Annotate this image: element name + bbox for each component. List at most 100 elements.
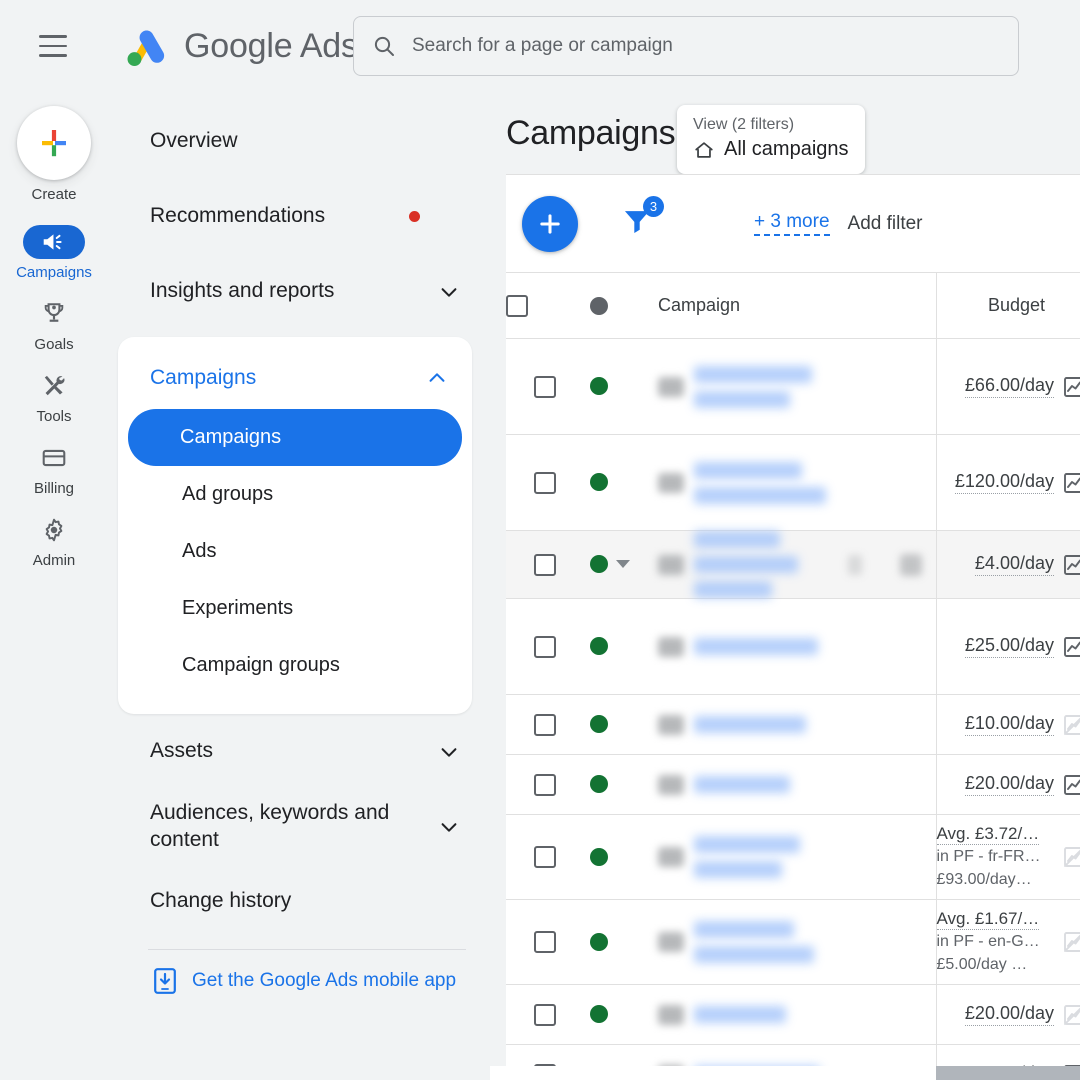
budget-column-header[interactable]: Budget bbox=[935, 272, 1080, 339]
budget-cell[interactable]: Avg. £1.67/… in PF - en-G… £5.00/day … bbox=[935, 899, 1080, 985]
budget-cell[interactable]: £20.00/day bbox=[935, 754, 1080, 815]
campaign-name-cell[interactable] bbox=[646, 694, 936, 755]
row-checkbox[interactable] bbox=[534, 471, 556, 494]
row-checkbox[interactable] bbox=[534, 375, 556, 398]
status-dot-icon[interactable] bbox=[590, 715, 608, 734]
horizontal-scrollbar-thumb[interactable] bbox=[936, 1066, 1080, 1080]
nav-group-header-campaigns[interactable]: Campaigns bbox=[118, 347, 472, 409]
campaign-name-cell[interactable] bbox=[646, 338, 936, 435]
nav-item-audiences-keywords-and-content[interactable]: Audiences, keywords and content bbox=[118, 789, 490, 864]
edit-icon[interactable] bbox=[848, 554, 862, 575]
budget-sparkline-icon[interactable] bbox=[1062, 1003, 1080, 1027]
budget-sparkline-icon[interactable] bbox=[1062, 773, 1080, 797]
create-button[interactable]: Create bbox=[17, 106, 91, 203]
budget-sparkline-icon[interactable] bbox=[1062, 713, 1080, 737]
budget-cell[interactable]: £10.00/day bbox=[935, 694, 1080, 755]
nav-subitem-ad-groups[interactable]: Ad groups bbox=[130, 466, 460, 523]
select-all-checkbox[interactable] bbox=[506, 294, 528, 317]
budget-sparkline-icon[interactable] bbox=[1062, 635, 1080, 659]
budget-sparkline-icon[interactable] bbox=[1062, 930, 1080, 954]
budget-sparkline-icon[interactable] bbox=[1062, 553, 1080, 577]
budget-amount[interactable]: £10.00/day bbox=[964, 713, 1054, 736]
table-row[interactable]: £4.00/day bbox=[506, 530, 1080, 599]
status-dot-icon[interactable] bbox=[590, 775, 608, 794]
budget-amount[interactable]: £20.00/day bbox=[964, 1003, 1054, 1026]
add-filter-button[interactable]: Add filter bbox=[848, 213, 923, 235]
campaign-name-cell[interactable] bbox=[646, 984, 936, 1045]
row-checkbox[interactable] bbox=[534, 931, 556, 953]
table-row[interactable]: Avg. £3.72/… in PF - fr-FR… £93.00/day… bbox=[506, 814, 1080, 900]
nav-subitem-campaigns[interactable]: Campaigns bbox=[128, 409, 462, 466]
nav-item-assets[interactable]: Assets bbox=[118, 714, 490, 789]
new-campaign-button[interactable] bbox=[522, 195, 578, 252]
get-mobile-app-link[interactable]: Get the Google Ads mobile app bbox=[118, 950, 490, 1012]
campaign-column-header[interactable]: Campaign bbox=[646, 272, 936, 339]
brand-logo-link[interactable]: Google Ads bbox=[118, 20, 358, 72]
nav-item-change-history[interactable]: Change history bbox=[118, 864, 490, 939]
budget-cell[interactable]: £25.00/day bbox=[935, 598, 1080, 695]
budget-sparkline-icon[interactable] bbox=[1062, 375, 1080, 399]
rail-item-billing[interactable]: Billing bbox=[0, 441, 108, 497]
table-row[interactable]: £66.00/day bbox=[506, 338, 1080, 435]
filter-button[interactable]: 3 bbox=[620, 196, 664, 243]
row-checkbox[interactable] bbox=[534, 635, 556, 658]
budget-amount[interactable]: £20.00/day bbox=[964, 773, 1054, 796]
budget-sparkline-icon[interactable] bbox=[1062, 471, 1080, 495]
row-checkbox[interactable] bbox=[534, 1003, 556, 1026]
budget-amount[interactable]: £120.00/day bbox=[954, 471, 1054, 494]
rail-item-goals[interactable]: Goals bbox=[0, 297, 108, 353]
more-options-icon[interactable] bbox=[900, 553, 922, 576]
budget-cell[interactable]: Avg. £3.72/… in PF - fr-FR… £93.00/day… bbox=[935, 814, 1080, 900]
brand-name-secondary: Ads bbox=[299, 26, 358, 65]
budget-cell[interactable]: £20.00/day bbox=[935, 984, 1080, 1045]
row-checkbox[interactable] bbox=[534, 773, 556, 796]
search-bar[interactable] bbox=[353, 16, 1019, 76]
campaign-name-cell[interactable] bbox=[646, 814, 936, 900]
campaign-name-cell[interactable] bbox=[646, 899, 936, 985]
status-dot-icon[interactable] bbox=[590, 847, 608, 866]
row-checkbox[interactable] bbox=[534, 553, 556, 576]
table-row[interactable]: £10.00/day bbox=[506, 694, 1080, 755]
budget-cell[interactable]: £120.00/day bbox=[935, 434, 1080, 531]
nav-subitem-ads[interactable]: Ads bbox=[130, 523, 460, 580]
rail-item-tools[interactable]: Tools bbox=[0, 369, 108, 425]
status-dropdown-caret-icon[interactable] bbox=[616, 560, 630, 569]
row-checkbox[interactable] bbox=[534, 713, 556, 736]
nav-item-overview[interactable]: Overview bbox=[118, 104, 490, 179]
status-dot-icon[interactable] bbox=[590, 473, 608, 492]
nav-subitem-campaign-groups[interactable]: Campaign groups bbox=[130, 637, 460, 694]
table-row[interactable]: Avg. £1.67/… in PF - en-G… £5.00/day … bbox=[506, 899, 1080, 985]
hamburger-menu-icon[interactable] bbox=[30, 23, 76, 69]
nav-group-label-campaigns: Campaigns bbox=[150, 366, 257, 389]
view-chip-value: All campaigns bbox=[693, 138, 849, 161]
table-row[interactable]: £20.00/day bbox=[506, 754, 1080, 815]
rail-item-admin[interactable]: Admin bbox=[0, 513, 108, 569]
budget-amount[interactable]: £66.00/day bbox=[964, 375, 1054, 398]
status-dot-icon[interactable] bbox=[590, 932, 608, 951]
campaign-name-cell[interactable] bbox=[646, 434, 936, 531]
nav-subitem-experiments[interactable]: Experiments bbox=[130, 580, 460, 637]
row-hover-actions bbox=[848, 553, 922, 576]
table-row[interactable]: £120.00/day bbox=[506, 434, 1080, 531]
row-checkbox[interactable] bbox=[534, 846, 556, 868]
status-dot-icon[interactable] bbox=[590, 637, 608, 656]
table-row[interactable]: £20.00/day bbox=[506, 984, 1080, 1045]
rail-item-campaigns[interactable]: Campaigns bbox=[0, 225, 108, 281]
campaign-name-cell[interactable] bbox=[646, 530, 936, 599]
budget-cell[interactable]: £4.00/day bbox=[935, 530, 1080, 599]
search-input[interactable] bbox=[412, 35, 1000, 57]
campaign-name-cell[interactable] bbox=[646, 754, 936, 815]
status-dot-icon[interactable] bbox=[590, 377, 608, 396]
campaign-name-cell[interactable] bbox=[646, 598, 936, 695]
budget-amount[interactable]: £25.00/day bbox=[964, 635, 1054, 658]
status-dot-icon[interactable] bbox=[590, 1005, 608, 1024]
budget-sparkline-icon[interactable] bbox=[1062, 845, 1080, 869]
more-filters-link[interactable]: + 3 more bbox=[754, 211, 830, 236]
nav-item-recommendations[interactable]: Recommendations bbox=[118, 179, 490, 254]
table-row[interactable]: £25.00/day bbox=[506, 598, 1080, 695]
budget-cell[interactable]: £66.00/day bbox=[935, 338, 1080, 435]
view-selector-chip[interactable]: View (2 filters) All campaigns bbox=[677, 105, 865, 174]
budget-amount[interactable]: £4.00/day bbox=[974, 553, 1054, 576]
nav-item-insights-and-reports[interactable]: Insights and reports bbox=[118, 254, 490, 329]
status-dot-icon[interactable] bbox=[590, 555, 608, 574]
